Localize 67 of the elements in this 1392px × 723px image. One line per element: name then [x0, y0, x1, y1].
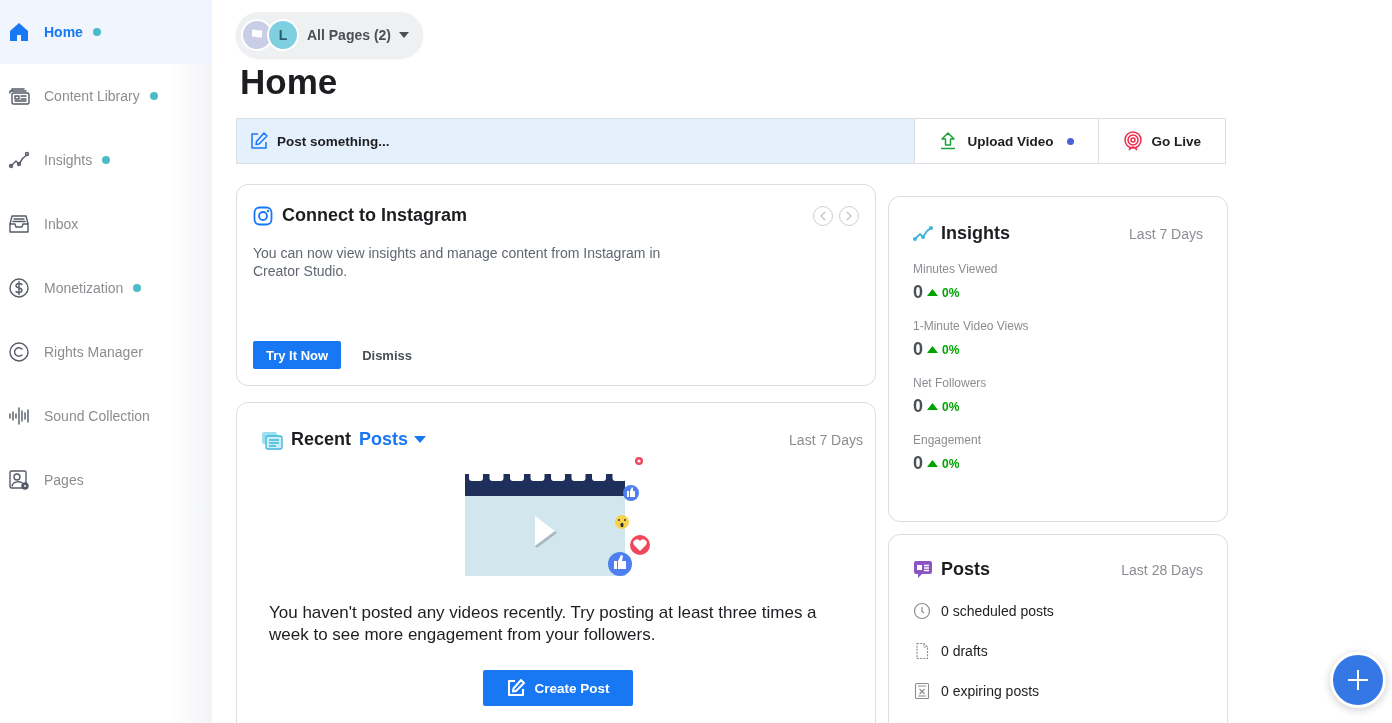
post-composer[interactable]: Post something...: [237, 119, 915, 163]
create-post-button[interactable]: Create Post: [483, 670, 633, 706]
page-switcher-label: All Pages (2): [307, 27, 392, 43]
metric-label: Engagement: [913, 433, 983, 447]
dismiss-button[interactable]: Dismiss: [362, 347, 412, 363]
person-gear-icon: [8, 469, 30, 491]
posts-filter-dropdown[interactable]: Posts: [359, 429, 427, 450]
metric-value: 0: [913, 282, 923, 303]
pencil-square-icon: [249, 131, 269, 151]
dollar-icon: [8, 277, 30, 299]
card-title: Posts: [941, 559, 991, 580]
try-it-now-button[interactable]: Try It Now: [253, 341, 342, 369]
sidebar-item[interactable]: Pages: [0, 448, 212, 512]
camera-icon: [253, 205, 273, 226]
next-button[interactable]: [839, 205, 859, 226]
period-label: Last 28 Days: [1121, 561, 1203, 578]
plus-icon: [1347, 669, 1369, 691]
empty-state-message: You haven't posted any videos recently. Try posting at least three times a week to see more engagement from your followers.: [269, 602, 818, 646]
line-graph-icon: [8, 149, 30, 171]
document-icon: [913, 642, 931, 660]
cards-icon: [8, 85, 30, 107]
sidebar-item[interactable]: Insights: [0, 128, 212, 192]
posts-stat: 0 drafts: [941, 643, 988, 659]
page-avatar: L: [267, 19, 299, 51]
sidebar-item[interactable]: Sound Collection: [0, 384, 212, 448]
metric-change: 0%: [942, 285, 960, 300]
card-title: Insights: [941, 223, 1010, 244]
speech-bubble-icon: [913, 559, 933, 580]
card-title: Recent: [291, 429, 352, 450]
page-title: Home: [240, 62, 339, 102]
sidebar-item[interactable]: Rights Manager: [0, 320, 212, 384]
inbox-tray-icon: [8, 213, 30, 235]
metric-change: 0%: [942, 399, 960, 414]
card-title: Connect to Instagram: [282, 205, 468, 226]
add-button[interactable]: [1330, 652, 1386, 708]
metric-label: Minutes Viewed: [913, 262, 999, 276]
metric-label: 1-Minute Video Views: [913, 319, 1030, 333]
cards-icon: [261, 429, 283, 450]
line-graph-icon: [913, 224, 933, 243]
pencil-square-icon: [506, 678, 527, 698]
metric-change: 0%: [942, 342, 960, 357]
sidebar-item[interactable]: Monetization: [0, 256, 212, 320]
chevron-left-icon: [819, 210, 827, 221]
posts-stat: 0 expiring posts: [941, 683, 1040, 699]
copyright-icon: [8, 341, 30, 363]
page-switcher[interactable]: L All Pages (2): [236, 12, 424, 58]
chevron-right-icon: [845, 210, 853, 221]
sidebar-item[interactable]: Content Library: [0, 64, 212, 128]
clock-icon: [913, 602, 931, 620]
sound-wave-icon: [8, 405, 30, 427]
home-icon: [8, 21, 30, 43]
sidebar-item[interactable]: Home: [0, 0, 212, 64]
metric-value: 0: [913, 453, 923, 474]
metric-value: 0: [913, 396, 923, 417]
metric-label: Net Followers: [913, 376, 988, 390]
card-description: You can now view insights and manage content from Instagram in Creator Studio.: [253, 244, 662, 280]
posts-stat: 0 scheduled posts: [941, 603, 1054, 619]
caret-icon: [399, 32, 410, 38]
period-label: Last 7 Days: [1129, 225, 1203, 242]
x-box-icon: [913, 682, 931, 700]
sidebar-item[interactable]: Inbox: [0, 192, 212, 256]
metric-change: 0%: [942, 456, 960, 471]
caret-icon: [414, 436, 427, 443]
period-label: Last 7 Days: [789, 431, 863, 448]
metric-value: 0: [913, 339, 923, 360]
broadcast-icon: [1123, 131, 1144, 151]
previous-button[interactable]: [813, 205, 833, 226]
